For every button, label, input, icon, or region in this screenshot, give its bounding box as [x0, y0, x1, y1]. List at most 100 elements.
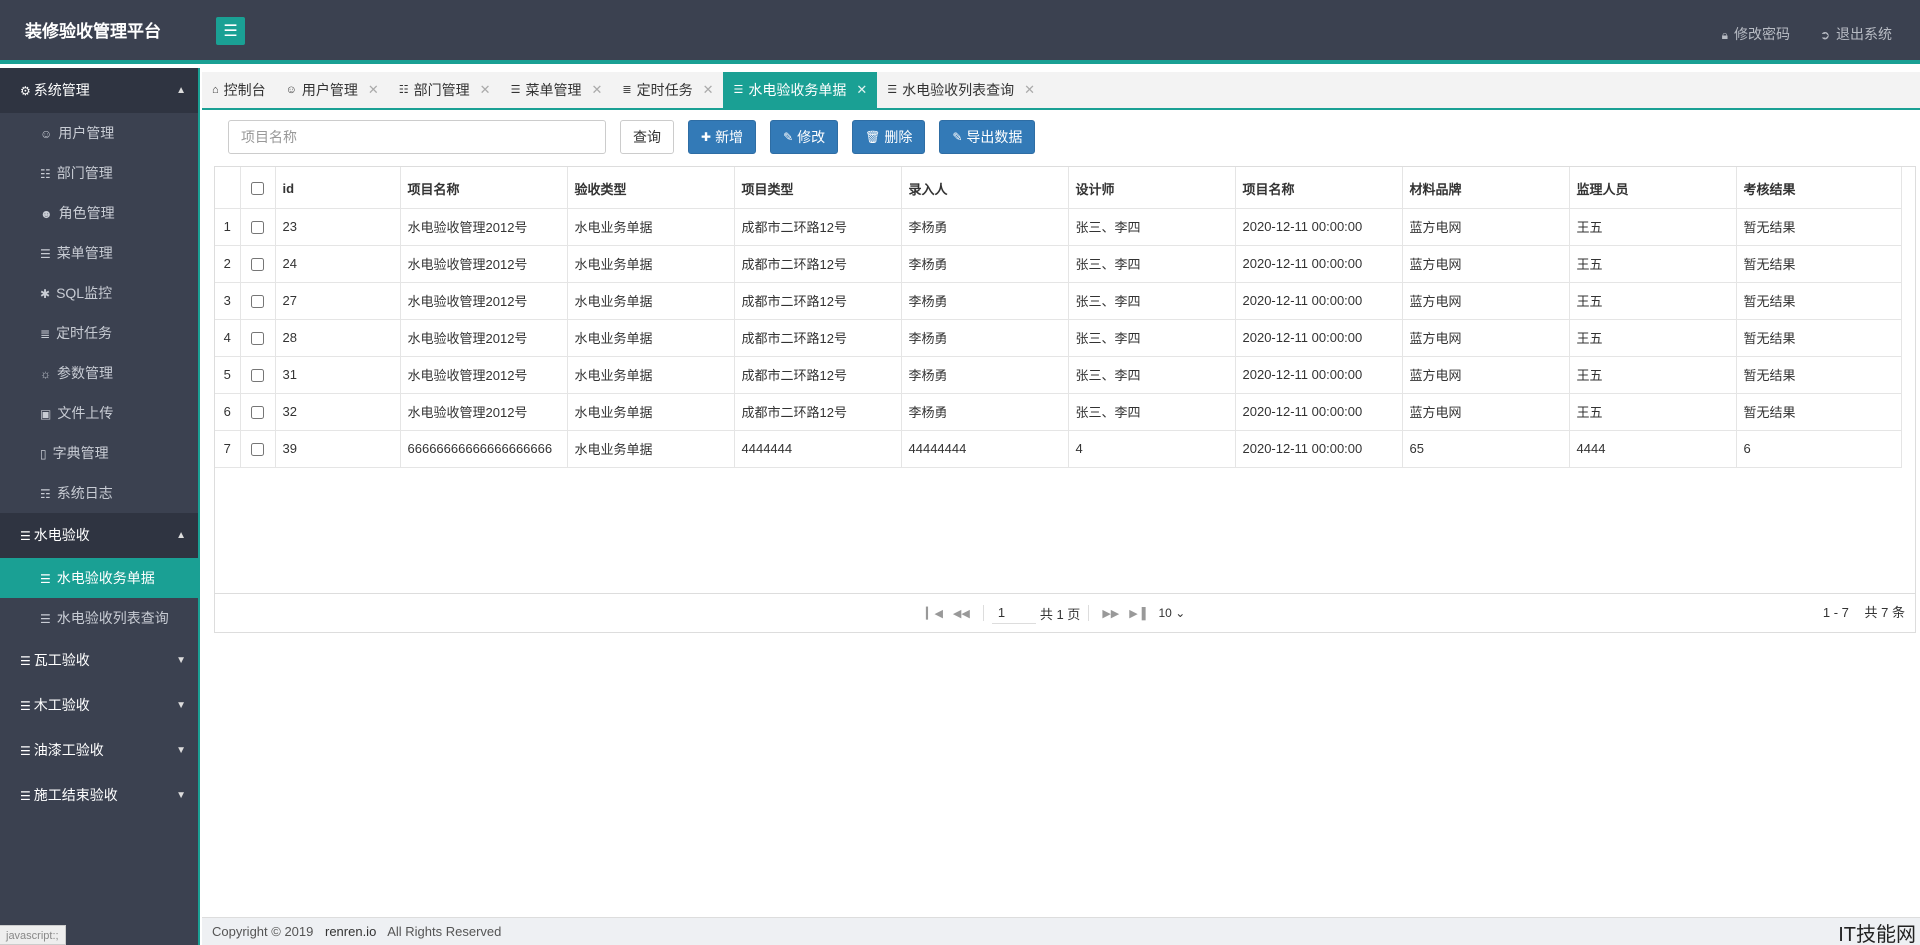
close-icon[interactable]: ✕ — [368, 72, 379, 108]
close-icon[interactable]: ✕ — [480, 72, 491, 108]
column-header[interactable]: 项目名称 — [400, 167, 568, 209]
column-header[interactable]: 材料品牌 — [1402, 167, 1570, 209]
table-cell: 蓝方电网 — [1402, 245, 1570, 283]
close-icon[interactable]: ✕ — [1024, 72, 1035, 108]
delete-button[interactable]: 🗑︎ 删除 — [852, 120, 926, 154]
row-select-cell — [240, 430, 276, 468]
table-cell: 成都市二环路12号 — [734, 393, 902, 431]
sidebar-group-1[interactable]: ☰ 水电验收 ▲ — [0, 513, 198, 558]
table-cell: 蓝方电网 — [1402, 393, 1570, 431]
sidebar-item[interactable]: ☻ 角色管理 — [0, 193, 198, 233]
column-header[interactable]: 项目名称 — [1235, 167, 1403, 209]
tab-bar: ⌂ 控制台 ☺ 用户管理 ✕ ☷ 部门管理 ✕ ☰ 菜单管理 ✕ ≣ 定时任务 ✕ ☰ 水电验收务单据 ✕ ☰ 水电… — [202, 72, 1920, 110]
tab-5[interactable]: ☰ 水电验收务单据 ✕ — [723, 72, 878, 108]
list-icon: ☰ — [733, 84, 744, 96]
row-checkbox[interactable] — [251, 258, 264, 272]
row-checkbox[interactable] — [251, 443, 264, 457]
sidebar-item[interactable]: ▯ 字典管理 — [0, 433, 198, 473]
table-cell: 李杨勇 — [901, 208, 1069, 246]
row-select-cell — [240, 282, 276, 320]
sidebar-group-3[interactable]: ☰ 木工验收 ▼ — [0, 683, 198, 728]
table-cell: 水电业务单据 — [567, 356, 735, 394]
table-cell: 张三、李四 — [1068, 245, 1236, 283]
tab-4[interactable]: ≣ 定时任务 ✕ — [612, 72, 723, 108]
tab-2[interactable]: ☷ 部门管理 ✕ — [389, 72, 501, 108]
select-all-checkbox[interactable] — [251, 181, 264, 195]
row-checkbox[interactable] — [251, 406, 264, 420]
sidebar-item[interactable]: ☶ 系统日志 — [0, 473, 198, 513]
table-cell: 李杨勇 — [901, 319, 1069, 357]
column-header[interactable]: 监理人员 — [1569, 167, 1737, 209]
next-page-icon[interactable]: ▶▶ — [1102, 607, 1119, 620]
table-row[interactable]: 4 28 水电验收管理2012号 水电业务单据 成都市二环路12号 李杨勇 张三、李四 202… — [215, 319, 1902, 357]
list-icon: ☰ — [20, 699, 31, 713]
sidebar-item[interactable]: ☼ 参数管理 — [0, 353, 198, 393]
menu-toggle-button[interactable]: ☰ — [216, 17, 245, 45]
table-cell: 水电业务单据 — [567, 393, 735, 431]
table-cell: 暂无结果 — [1736, 319, 1902, 357]
footer-site-link[interactable]: renren.io — [325, 924, 376, 939]
table-cell: 暂无结果 — [1736, 356, 1902, 394]
row-checkbox[interactable] — [251, 295, 264, 309]
sidebar-group-label: 油漆工验收 — [33, 742, 104, 758]
tab-3[interactable]: ☰ 菜单管理 ✕ — [501, 72, 613, 108]
sidebar-group-2[interactable]: ☰ 瓦工验收 ▼ — [0, 638, 198, 683]
sidebar-item[interactable]: ☷ 部门管理 — [0, 153, 198, 193]
sidebar-item-label: 角色管理 — [58, 205, 115, 221]
sidebar-item[interactable]: ✱ SQL监控 — [0, 273, 198, 313]
file-icon: ☷ — [398, 84, 409, 96]
table-row[interactable]: 2 24 水电验收管理2012号 水电业务单据 成都市二环路12号 李杨勇 张三、李四 202… — [215, 245, 1902, 283]
sidebar-item[interactable]: ▣ 文件上传 — [0, 393, 198, 433]
sidebar-item-label: 水电验收务单据 — [56, 570, 155, 586]
table-row[interactable]: 7 39 66666666666666666666 水电业务单据 4444444 4444… — [215, 430, 1902, 468]
sidebar-item[interactable]: ☺ 用户管理 — [0, 113, 198, 153]
table-cell: 24 — [275, 245, 401, 283]
sidebar-group-5[interactable]: ☰ 施工结束验收 ▼ — [0, 773, 198, 818]
list-icon: ☰ — [20, 789, 31, 803]
export-button[interactable]: ✎ 导出数据 — [939, 120, 1036, 154]
sidebar-item-label: 文件上传 — [57, 405, 114, 421]
close-icon[interactable]: ✕ — [591, 72, 602, 108]
watermark: IT技能网 — [1838, 924, 1916, 945]
search-input[interactable] — [228, 120, 606, 154]
table-cell: 水电验收管理2012号 — [400, 245, 568, 283]
table-cell: 水电验收管理2012号 — [400, 393, 568, 431]
column-header[interactable]: 录入人 — [901, 167, 1069, 209]
tab-6[interactable]: ☰ 水电验收列表查询 ✕ — [877, 72, 1045, 108]
page-size-select[interactable]: 10 ⌄ — [1159, 606, 1186, 620]
table-cell: 蓝方电网 — [1402, 319, 1570, 357]
column-header[interactable]: 验收类型 — [567, 167, 735, 209]
row-checkbox[interactable] — [251, 369, 264, 383]
first-page-icon[interactable]: ▎◀ — [926, 607, 943, 620]
column-header[interactable]: 设计师 — [1068, 167, 1236, 209]
sidebar-item[interactable]: ☰ 水电验收列表查询 — [0, 598, 198, 638]
table-row[interactable]: 3 27 水电验收管理2012号 水电业务单据 成都市二环路12号 李杨勇 张三、李四 202… — [215, 282, 1902, 320]
sidebar-group-4[interactable]: ☰ 油漆工验收 ▼ — [0, 728, 198, 773]
page-number-input[interactable] — [991, 602, 1036, 624]
row-checkbox[interactable] — [251, 332, 264, 346]
column-header[interactable]: id — [275, 167, 401, 209]
sidebar-item[interactable]: ☰ 菜单管理 — [0, 233, 198, 273]
tab-1[interactable]: ☺ 用户管理 ✕ — [276, 72, 389, 108]
query-button[interactable]: 查询 — [620, 120, 674, 154]
list-icon: ☰ — [20, 744, 31, 758]
row-checkbox[interactable] — [251, 221, 264, 235]
table-cell: 2020-12-11 00:00:00 — [1235, 430, 1403, 468]
close-icon[interactable]: ✕ — [856, 72, 867, 108]
column-header[interactable]: 项目类型 — [734, 167, 902, 209]
last-page-icon[interactable]: ▶▐ — [1129, 607, 1145, 620]
close-icon[interactable]: ✕ — [703, 72, 714, 108]
sidebar-group-0[interactable]: ⚙ 系统管理 ▲ — [0, 68, 198, 113]
sidebar-item[interactable]: ☰ 水电验收务单据 — [0, 558, 198, 598]
add-button[interactable]: ✚ 新增 — [688, 120, 757, 154]
prev-page-icon[interactable]: ◀◀ — [953, 607, 970, 620]
table-row[interactable]: 6 32 水电验收管理2012号 水电业务单据 成都市二环路12号 李杨勇 张三、李四 202… — [215, 393, 1902, 431]
column-header[interactable]: 考核结果 — [1736, 167, 1902, 209]
logout-link[interactable]: ➲ 退出系统 — [1820, 26, 1892, 42]
edit-button[interactable]: ✎ 修改 — [770, 120, 839, 154]
table-row[interactable]: 1 23 水电验收管理2012号 水电业务单据 成都市二环路12号 李杨勇 张三、李四 202… — [215, 208, 1902, 246]
table-row[interactable]: 5 31 水电验收管理2012号 水电业务单据 成都市二环路12号 李杨勇 张三、李四 202… — [215, 356, 1902, 394]
sidebar-item[interactable]: ≣ 定时任务 — [0, 313, 198, 353]
change-password-link[interactable]: 🔒︎ 修改密码 — [1722, 26, 1790, 42]
tab-0[interactable]: ⌂ 控制台 — [202, 72, 276, 108]
